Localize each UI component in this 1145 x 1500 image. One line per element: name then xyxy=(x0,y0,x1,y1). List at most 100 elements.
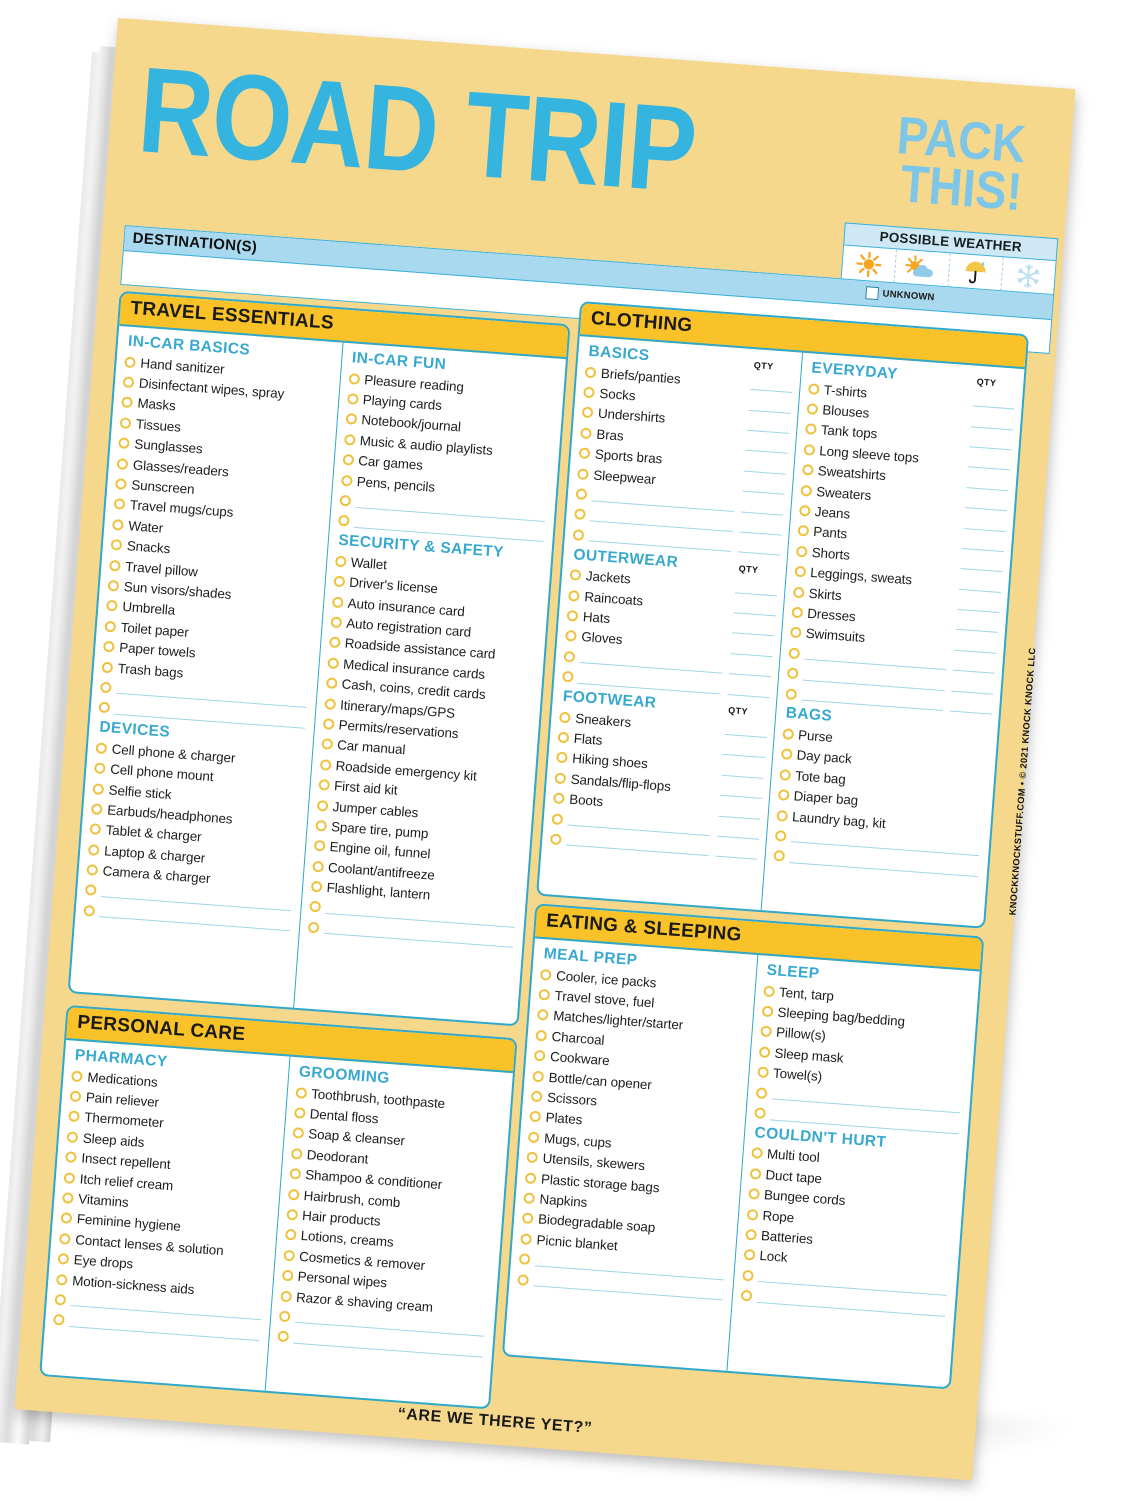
qty-write-in-line[interactable] xyxy=(955,618,999,634)
checkbox-circle-icon[interactable] xyxy=(65,1151,77,1164)
qty-write-in-line[interactable] xyxy=(951,679,995,695)
checkbox-circle-icon[interactable] xyxy=(101,661,114,673)
qty-write-in-line[interactable] xyxy=(734,581,778,597)
checkbox-circle-icon[interactable] xyxy=(287,1188,300,1201)
checkbox-circle-icon[interactable] xyxy=(348,372,360,385)
checkbox-circle-icon[interactable] xyxy=(743,1249,755,1261)
checkbox-circle-icon[interactable] xyxy=(115,478,127,490)
checkbox-circle-icon[interactable] xyxy=(325,677,338,690)
checkbox-circle-icon[interactable] xyxy=(554,772,567,784)
checkbox-circle-icon[interactable] xyxy=(530,1090,543,1103)
checkbox-circle-icon[interactable] xyxy=(337,515,350,527)
checkbox-circle-icon[interactable] xyxy=(563,650,576,663)
checkbox-circle-icon[interactable] xyxy=(52,1314,65,1326)
checkbox-circle-icon[interactable] xyxy=(124,356,136,368)
qty-write-in-line[interactable] xyxy=(727,682,770,698)
checkbox-circle-icon[interactable] xyxy=(781,728,794,740)
checkbox-circle-icon[interactable] xyxy=(294,1086,307,1099)
checkbox-circle-icon[interactable] xyxy=(741,1269,754,1282)
qty-write-in-line[interactable] xyxy=(740,500,784,516)
checkbox-circle-icon[interactable] xyxy=(803,443,815,456)
qty-write-in-line[interactable] xyxy=(954,638,998,654)
checkbox-circle-icon[interactable] xyxy=(95,742,108,754)
qty-write-in-line[interactable] xyxy=(739,520,782,536)
checkbox-circle-icon[interactable] xyxy=(527,1131,540,1144)
checkbox-circle-icon[interactable] xyxy=(786,667,799,680)
checkbox-circle-icon[interactable] xyxy=(562,670,574,683)
checkbox-circle-icon[interactable] xyxy=(784,687,797,700)
checkbox-circle-icon[interactable] xyxy=(775,809,788,822)
checkbox-circle-icon[interactable] xyxy=(529,1110,542,1123)
weather-option-rainy[interactable] xyxy=(947,253,1004,292)
checkbox-circle-icon[interactable] xyxy=(109,559,121,572)
checkbox-circle-icon[interactable] xyxy=(118,437,130,450)
checkbox-circle-icon[interactable] xyxy=(520,1232,533,1245)
checkbox-circle-icon[interactable] xyxy=(526,1151,539,1164)
unknown-checkbox-group[interactable]: UNKNOWN xyxy=(865,286,935,304)
checkbox-circle-icon[interactable] xyxy=(279,1290,292,1302)
checkbox-circle-icon[interactable] xyxy=(539,968,552,981)
qty-write-in-line[interactable] xyxy=(968,455,1011,471)
checkbox-circle-icon[interactable] xyxy=(345,413,357,426)
checkbox-circle-icon[interactable] xyxy=(517,1273,530,1286)
checkbox-circle-icon[interactable] xyxy=(346,393,359,405)
qty-write-in-line[interactable] xyxy=(966,475,1010,492)
qty-write-in-line[interactable] xyxy=(949,699,993,715)
checkbox-circle-icon[interactable] xyxy=(54,1293,67,1306)
qty-write-in-line[interactable] xyxy=(745,439,788,455)
qty-write-in-line[interactable] xyxy=(952,658,996,675)
qty-write-in-line[interactable] xyxy=(971,414,1014,431)
checkbox-circle-icon[interactable] xyxy=(551,812,564,825)
checkbox-circle-icon[interactable] xyxy=(790,606,803,619)
checkbox-circle-icon[interactable] xyxy=(796,525,809,537)
qty-write-in-line[interactable] xyxy=(733,601,776,617)
checkbox-circle-icon[interactable] xyxy=(104,620,117,633)
checkbox-circle-icon[interactable] xyxy=(92,782,105,795)
checkbox-circle-icon[interactable] xyxy=(334,555,347,568)
checkbox-circle-icon[interactable] xyxy=(343,433,356,446)
checkbox-circle-icon[interactable] xyxy=(285,1208,298,1221)
checkbox-circle-icon[interactable] xyxy=(58,1232,71,1245)
checkbox-circle-icon[interactable] xyxy=(799,484,812,497)
unknown-checkbox[interactable] xyxy=(865,286,880,301)
checkbox-circle-icon[interactable] xyxy=(523,1192,536,1205)
checkbox-circle-icon[interactable] xyxy=(122,376,135,389)
checkbox-circle-icon[interactable] xyxy=(789,626,802,639)
checkbox-circle-icon[interactable] xyxy=(747,1188,760,1200)
checkbox-circle-icon[interactable] xyxy=(340,474,353,487)
checkbox-circle-icon[interactable] xyxy=(792,586,805,598)
checkbox-circle-icon[interactable] xyxy=(89,823,102,836)
checkbox-circle-icon[interactable] xyxy=(331,596,344,608)
checkbox-circle-icon[interactable] xyxy=(549,833,562,845)
checkbox-circle-icon[interactable] xyxy=(276,1330,289,1343)
checkbox-circle-icon[interactable] xyxy=(71,1070,83,1082)
qty-write-in-line[interactable] xyxy=(963,516,1007,532)
checkbox-circle-icon[interactable] xyxy=(750,1147,763,1160)
checkbox-circle-icon[interactable] xyxy=(566,609,579,622)
checkbox-circle-icon[interactable] xyxy=(284,1229,297,1241)
checkbox-circle-icon[interactable] xyxy=(535,1029,548,1042)
checkbox-circle-icon[interactable] xyxy=(565,630,577,643)
qty-write-in-line[interactable] xyxy=(737,540,781,556)
checkbox-circle-icon[interactable] xyxy=(328,636,341,649)
checkbox-circle-icon[interactable] xyxy=(86,864,99,876)
checkbox-circle-icon[interactable] xyxy=(320,738,333,751)
weather-option-sunny[interactable] xyxy=(841,245,898,284)
checkbox-circle-icon[interactable] xyxy=(807,382,820,395)
checkbox-circle-icon[interactable] xyxy=(780,748,793,761)
checkbox-circle-icon[interactable] xyxy=(578,447,591,460)
checkbox-circle-icon[interactable] xyxy=(110,539,123,551)
checkbox-circle-icon[interactable] xyxy=(121,396,133,409)
checkbox-circle-icon[interactable] xyxy=(119,417,132,429)
checkbox-circle-icon[interactable] xyxy=(568,589,580,602)
checkbox-circle-icon[interactable] xyxy=(577,467,589,480)
qty-write-in-line[interactable] xyxy=(972,394,1016,410)
qty-write-in-line[interactable] xyxy=(724,722,767,739)
qty-write-in-line[interactable] xyxy=(749,378,793,394)
checkbox-circle-icon[interactable] xyxy=(60,1212,73,1225)
checkbox-circle-icon[interactable] xyxy=(761,1005,774,1018)
checkbox-circle-icon[interactable] xyxy=(66,1131,79,1143)
checkbox-circle-icon[interactable] xyxy=(749,1167,761,1180)
weather-option-snowy[interactable] xyxy=(1001,257,1056,295)
checkbox-circle-icon[interactable] xyxy=(793,565,806,578)
